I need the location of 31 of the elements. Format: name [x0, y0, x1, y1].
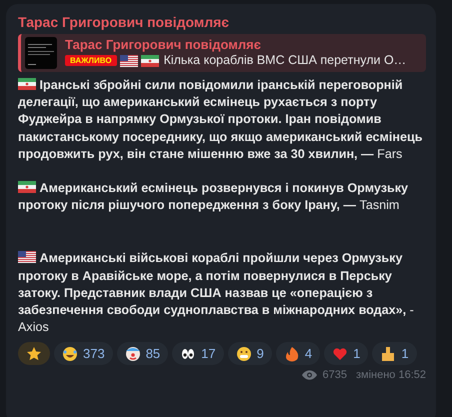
- reaction-button[interactable]: 4: [276, 342, 320, 366]
- quote-author: Тарас Григорович повідомляє: [65, 37, 262, 53]
- usa-flag-icon: [18, 251, 36, 264]
- clown-emoji-icon: [124, 346, 141, 362]
- reaction-button[interactable]: 1: [372, 342, 417, 366]
- important-badge: ВАЖЛИВО: [65, 55, 117, 66]
- usa-flag-icon: [120, 54, 138, 66]
- laugh-emoji-icon: [62, 346, 78, 362]
- iran-flag-icon: [18, 78, 36, 90]
- fire-emoji-icon: [284, 346, 300, 362]
- reaction-button[interactable]: 9: [228, 342, 272, 366]
- reaction-button[interactable]: 85: [116, 342, 168, 366]
- heart-emoji-icon: [332, 346, 348, 362]
- edited-time: змінено 16:52: [356, 369, 426, 382]
- author-name: Тарас Григорович повідомляє: [18, 14, 230, 30]
- reaction-button[interactable]: [18, 342, 50, 366]
- message-paragraph: Іранські збройні сили повідомили іранській переговорній делегації, що американський есмінець рухається з порту Фуджейра в напрямку Ормузької протоки. Іран повідомив пакистанському посереднику, що якщо американський есмінець продовжить рух, він стане мішенню вже за 30 хвилин, — Fars: [18, 77, 424, 163]
- message-paragraph: Американські військові кораблі пройшли через Ормузьку протоку в Аравійське море, а потім повернулися в Перську затоку. Представник влади США назвав це «операцією з забезпечення свободи судноплавства в міжнародних водах», - Axios: [18, 250, 415, 336]
- iran-flag-icon: [140, 54, 159, 66]
- eye-icon: [302, 370, 318, 380]
- grin-emoji-icon: [236, 346, 252, 362]
- forwarded-quote[interactable]: Тарас Григорович повідомляє ВАЖЛИВО Кілька кораблів ВМС США перетнули О…: [18, 34, 426, 72]
- quote-text: Кілька кораблів ВМС США перетнули О…: [164, 53, 406, 68]
- star-emoji-icon: [26, 346, 42, 362]
- view-count: 6735: [322, 369, 347, 382]
- iran-flag-icon: [18, 181, 36, 194]
- reaction-button[interactable]: 17: [172, 342, 224, 366]
- reaction-button[interactable]: 373: [54, 342, 113, 366]
- reaction-button[interactable]: 1: [324, 342, 368, 366]
- finger-emoji-icon: [380, 346, 396, 362]
- message-paragraph: Американський есмінець розвернувся і покинув Ормузьку протоку після рішучого попередження з боку Ірану, — Tasnim: [18, 180, 410, 214]
